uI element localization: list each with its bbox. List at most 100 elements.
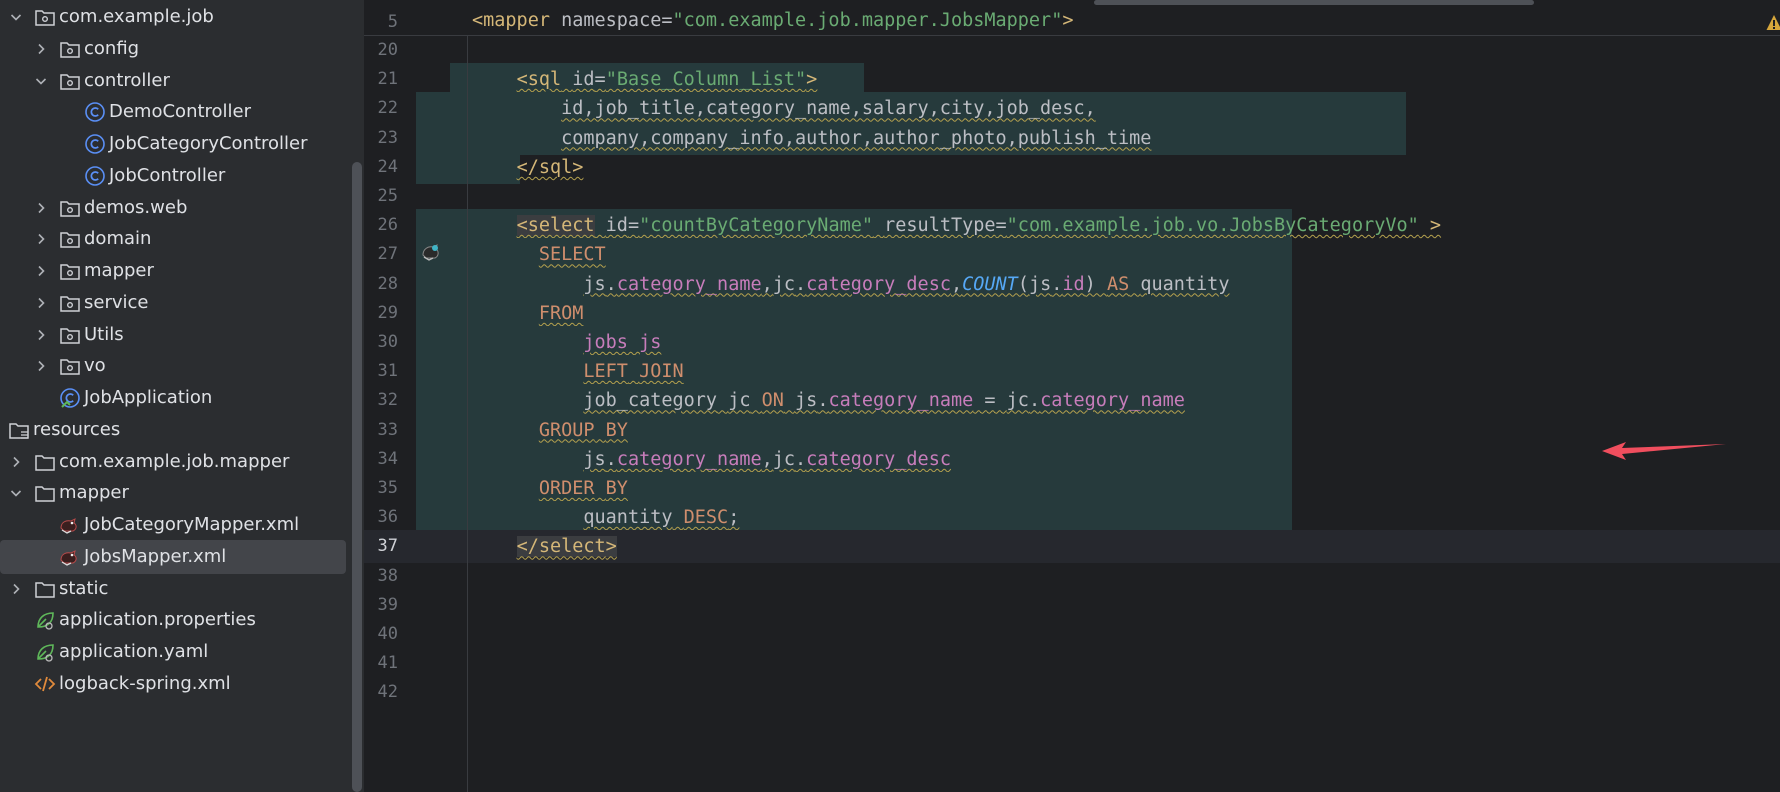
- chevron-right-icon[interactable]: [35, 43, 47, 55]
- tree-item-label: resources: [33, 418, 121, 440]
- tree-item[interactable]: mapper: [0, 254, 348, 288]
- chevron-right-icon[interactable]: [35, 297, 47, 309]
- code-line[interactable]: 25: [364, 180, 1780, 213]
- chevron-down-icon[interactable]: [10, 11, 22, 23]
- chevron-down-icon[interactable]: [10, 487, 22, 499]
- tree-item-label: JobCategoryController: [109, 133, 308, 154]
- tree-item-label: DemoController: [109, 101, 252, 123]
- line-number: 42: [377, 682, 398, 703]
- tree-item[interactable]: JobCategoryMapper.xml: [0, 508, 348, 542]
- tree-item[interactable]: com.example.job.mapper: [0, 445, 348, 479]
- folder-icon: [34, 578, 56, 600]
- tree-scrollbar-thumb[interactable]: [352, 162, 362, 792]
- line-number: 38: [377, 565, 398, 586]
- tree-item-label: mapper: [59, 482, 129, 504]
- tree-item[interactable]: Utils: [0, 318, 348, 352]
- spring-config-icon: [34, 641, 56, 663]
- chevron-right-icon[interactable]: [35, 202, 47, 214]
- line-number: 37: [377, 536, 398, 557]
- code-line[interactable]: 40: [364, 618, 1780, 651]
- chevron-right-icon[interactable]: [35, 233, 47, 245]
- tree-item[interactable]: logback-spring.xml: [0, 667, 348, 701]
- tree-item[interactable]: JobApplication: [0, 381, 348, 415]
- tree-item-label: application.yaml: [59, 641, 209, 662]
- chevron-right-icon[interactable]: [35, 360, 47, 372]
- tree-item[interactable]: JobsMapper.xml: [0, 539, 346, 574]
- chevron-right-icon[interactable]: [10, 456, 22, 468]
- tree-item-label: com.example.job.mapper: [59, 450, 290, 472]
- tree-item[interactable]: JobCategoryController: [0, 127, 348, 161]
- editor-scrollbar-thumb[interactable]: [1094, 0, 1534, 5]
- chevron-down-icon[interactable]: [35, 75, 47, 87]
- code-line[interactable]: 36 quantity DESC;: [364, 501, 1780, 535]
- tree-item[interactable]: vo: [0, 349, 348, 383]
- tree-item-label: demos.web: [84, 196, 188, 218]
- code-line[interactable]: 34 js.category_name,jc.category_desc: [364, 442, 1780, 476]
- tree-item[interactable]: config: [0, 32, 348, 66]
- code-line[interactable]: 21 <sql id="Base_Column_List">: [364, 63, 1780, 97]
- chevron-right-icon[interactable]: [35, 329, 47, 341]
- code-editor[interactable]: 2021 <sql id="Base_Column_List">22 id,jo…: [364, 0, 1780, 792]
- tree-item[interactable]: service: [0, 286, 348, 320]
- spring-config-icon: [34, 609, 56, 631]
- code-line[interactable]: 37 </select>: [364, 530, 1780, 564]
- code-text: </sql>: [516, 156, 584, 178]
- tree-item-label: logback-spring.xml: [59, 672, 231, 694]
- project-tree[interactable]: com.example.job config controller DemoContr…: [0, 0, 364, 792]
- code-line[interactable]: 32 job_category jc ON js.category_name =…: [364, 384, 1780, 418]
- code-line[interactable]: 31 LEFT JOIN: [364, 355, 1780, 389]
- tree-item[interactable]: application.yaml: [0, 635, 348, 669]
- code-line[interactable]: 27 SELECT: [364, 238, 1780, 272]
- class-icon: [84, 133, 106, 155]
- mybatis-xml-icon: [59, 514, 81, 536]
- spring-app-icon: [59, 387, 81, 409]
- line-number: 35: [377, 478, 398, 498]
- tree-item-label: mapper: [84, 260, 154, 281]
- tree-item[interactable]: mapper: [0, 476, 348, 510]
- code-text: js.category_name,jc.category_desc,COUNT(…: [583, 273, 1230, 295]
- code-line[interactable]: 41: [364, 647, 1780, 680]
- tree-item[interactable]: domain: [0, 222, 348, 256]
- package-icon: [59, 38, 81, 60]
- tree-item[interactable]: resources: [0, 413, 348, 447]
- code-text: id,job_title,category_name,salary,city,j…: [561, 98, 1096, 120]
- code-text: js.category_name,jc.category_desc: [583, 448, 951, 470]
- tree-item[interactable]: DemoController: [0, 95, 348, 129]
- line-number: 28: [377, 273, 398, 294]
- tree-item[interactable]: static: [0, 572, 348, 606]
- mybatis-navigation-icon[interactable]: [420, 241, 442, 263]
- code-line[interactable]: 30 jobs js: [364, 326, 1780, 359]
- xml-file-icon: [34, 673, 56, 695]
- code-text: quantity DESC;: [583, 507, 740, 529]
- code-line[interactable]: 28 js.category_name,jc.category_desc,COU…: [364, 267, 1780, 301]
- sticky-header-line[interactable]: 5 <mapper namespace="com.example.job.map…: [364, 0, 1780, 36]
- code-text: company,company_info,author,author_photo…: [561, 127, 1152, 149]
- code-line[interactable]: 38: [364, 560, 1780, 593]
- code-line[interactable]: 23 company,company_info,author,author_ph…: [364, 121, 1780, 155]
- tree-item[interactable]: com.example.job: [0, 0, 348, 34]
- tree-item[interactable]: demos.web: [0, 191, 348, 225]
- package-icon: [59, 70, 81, 92]
- warning-icon[interactable]: [1766, 14, 1780, 32]
- tree-item[interactable]: application.properties: [0, 603, 348, 637]
- line-number: 27: [377, 244, 398, 265]
- code-line[interactable]: 33 GROUP BY: [364, 413, 1780, 447]
- tree-item[interactable]: controller: [0, 64, 348, 98]
- chevron-right-icon[interactable]: [35, 265, 47, 277]
- code-line[interactable]: 39: [364, 589, 1780, 622]
- mybatis-xml-icon: [59, 546, 81, 568]
- code-line[interactable]: 20: [364, 34, 1780, 67]
- code-line[interactable]: 24 </sql>: [364, 150, 1780, 184]
- code-line[interactable]: 35 ORDER BY: [364, 472, 1780, 505]
- code-line[interactable]: 29 FROM: [364, 296, 1780, 330]
- tree-item[interactable]: JobController: [0, 159, 348, 193]
- line-number: 25: [377, 186, 398, 206]
- tree-item-label: application.properties: [59, 609, 256, 631]
- tree-item-label: JobCategoryMapper.xml: [84, 514, 300, 535]
- package-icon: [59, 197, 81, 219]
- tree-item-label: controller: [84, 69, 170, 91]
- code-line[interactable]: 42: [364, 676, 1780, 709]
- chevron-right-icon[interactable]: [10, 583, 22, 595]
- code-line[interactable]: 26 <select id="countByCategoryName" resu…: [364, 209, 1780, 243]
- code-line[interactable]: 22 id,job_title,category_name,salary,cit…: [364, 92, 1780, 126]
